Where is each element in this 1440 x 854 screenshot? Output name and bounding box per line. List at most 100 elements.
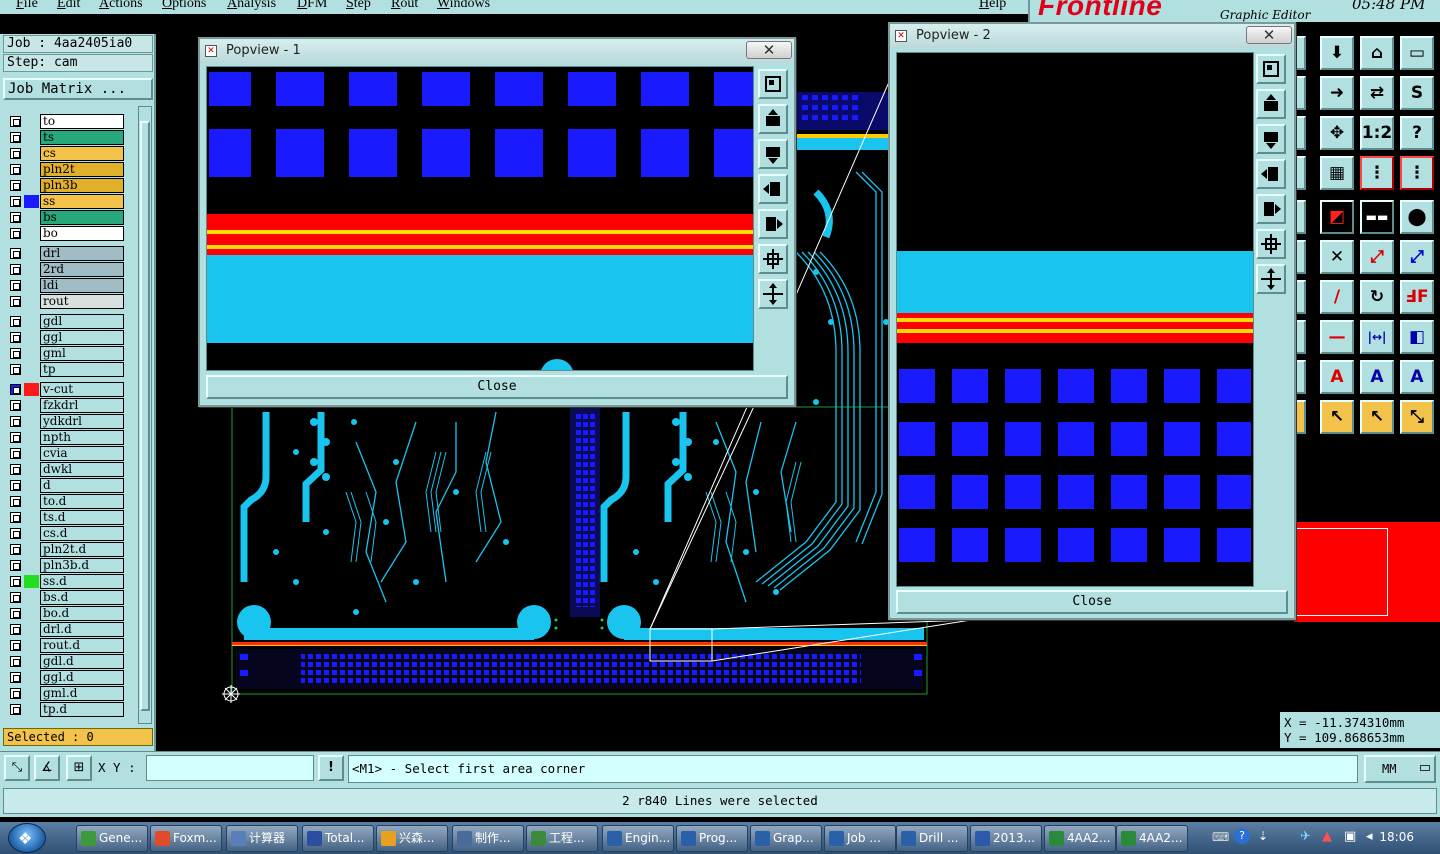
- layer-row[interactable]: bo: [4, 226, 126, 241]
- layer-checkbox[interactable]: [10, 528, 21, 539]
- menu-actions[interactable]: Actions: [99, 0, 143, 12]
- layer-row[interactable]: v-cut: [4, 382, 126, 397]
- layer-row[interactable]: cvia: [4, 446, 126, 461]
- layer-name[interactable]: ydkdrl: [40, 414, 124, 429]
- pv2-right-icon[interactable]: [1256, 194, 1286, 224]
- taskbar-item[interactable]: Engin...: [602, 825, 674, 852]
- layer-row[interactable]: ts: [4, 130, 126, 145]
- layer-row[interactable]: gml: [4, 346, 126, 361]
- layer-checkbox[interactable]: [10, 592, 21, 603]
- menu-step[interactable]: Step: [346, 0, 371, 12]
- menu-analysis[interactable]: Analysis: [227, 0, 276, 12]
- layer-checkbox[interactable]: [10, 448, 21, 459]
- layer-name[interactable]: gdl: [40, 314, 124, 329]
- pv1-left-icon[interactable]: [758, 174, 788, 204]
- layer-checkbox[interactable]: [10, 512, 21, 523]
- tool-a3-icon[interactable]: A: [1360, 360, 1394, 394]
- layer-row[interactable]: ss.d: [4, 574, 126, 589]
- layer-name[interactable]: cs.d: [40, 526, 124, 541]
- volume-icon[interactable]: ◂: [1366, 829, 1373, 844]
- snap-icon[interactable]: ⤡: [4, 755, 30, 781]
- menu-windows[interactable]: Windows: [437, 0, 490, 12]
- layer-name[interactable]: npth: [40, 430, 124, 445]
- layer-name[interactable]: cs: [40, 146, 124, 161]
- layer-checkbox[interactable]: [10, 560, 21, 571]
- layer-row[interactable]: bs: [4, 210, 126, 225]
- layer-name[interactable]: pln3b: [40, 178, 124, 193]
- layer-name[interactable]: gdl.d: [40, 654, 124, 669]
- tool-snap-icon[interactable]: S: [1400, 76, 1434, 110]
- taskbar-item[interactable]: 4AA2...: [1116, 825, 1188, 852]
- pv1-fit-icon[interactable]: [758, 244, 788, 274]
- units-select[interactable]: MM: [1364, 755, 1436, 783]
- tool-route-icon[interactable]: ⤡: [1400, 400, 1434, 434]
- layer-row[interactable]: bo.d: [4, 606, 126, 621]
- layer-name[interactable]: ldi: [40, 278, 124, 293]
- tool-move-icon[interactable]: ✥: [1320, 116, 1354, 150]
- tool-measure-icon[interactable]: ▬▬: [1360, 200, 1394, 234]
- tool-draw-line-icon[interactable]: /: [1320, 280, 1354, 314]
- pv2-down-icon[interactable]: [1256, 124, 1286, 154]
- layer-name[interactable]: ss: [40, 194, 124, 209]
- layer-checkbox[interactable]: [10, 296, 21, 307]
- layer-row[interactable]: rout: [4, 294, 126, 309]
- tool-window-icon[interactable]: ▭: [1400, 36, 1434, 70]
- taskbar-item[interactable]: 制作...: [452, 825, 524, 852]
- layer-name[interactable]: ts: [40, 130, 124, 145]
- layer-row[interactable]: ydkdrl: [4, 414, 126, 429]
- pv2-zoom-icon[interactable]: [1256, 54, 1286, 84]
- layer-row[interactable]: pln3b: [4, 178, 126, 193]
- tool-select-b-icon[interactable]: ↖: [1320, 400, 1354, 434]
- pv1-expand-icon[interactable]: [758, 279, 788, 309]
- tool-layers-a-icon[interactable]: ⋮: [1360, 156, 1394, 190]
- layer-name[interactable]: to.d: [40, 494, 124, 509]
- tool-text-icon[interactable]: ℲF: [1400, 280, 1434, 314]
- layer-row[interactable]: tp: [4, 362, 126, 377]
- layer-checkbox[interactable]: [10, 688, 21, 699]
- taskbar-item[interactable]: 计算器: [226, 825, 298, 852]
- layer-row[interactable]: pln2t: [4, 162, 126, 177]
- tool-connect-blue-icon[interactable]: ⤢: [1400, 240, 1434, 274]
- layer-checkbox[interactable]: [10, 248, 21, 259]
- tool-dimension-icon[interactable]: |↔|: [1360, 320, 1394, 354]
- pv2-expand-icon[interactable]: [1256, 264, 1286, 294]
- layer-name[interactable]: gml.d: [40, 686, 124, 701]
- tray-arrow-icon[interactable]: ⇣: [1258, 829, 1268, 843]
- layer-name[interactable]: drl.d: [40, 622, 124, 637]
- layer-name[interactable]: 2rd: [40, 262, 124, 277]
- layer-name[interactable]: ts.d: [40, 510, 124, 525]
- layer-checkbox[interactable]: [10, 180, 21, 191]
- popview-1-titlebar[interactable]: ✕ Popview - 1: [200, 39, 794, 63]
- tool-pad-icon[interactable]: ⬤: [1400, 200, 1434, 234]
- layer-checkbox[interactable]: [10, 544, 21, 555]
- layer-checkbox[interactable]: [10, 464, 21, 475]
- help-tray-icon[interactable]: ?: [1234, 828, 1250, 844]
- tool-scale-icon[interactable]: 1:2: [1360, 116, 1394, 150]
- tool-cross-icon[interactable]: ✕: [1320, 240, 1354, 274]
- layer-checkbox[interactable]: [10, 148, 21, 159]
- taskbar-item[interactable]: 2013...: [970, 825, 1042, 852]
- layer-checkbox[interactable]: [10, 432, 21, 443]
- pv1-zoom-icon[interactable]: [758, 69, 788, 99]
- taskbar-item[interactable]: Job ...: [824, 825, 896, 852]
- grid-snap-icon[interactable]: ⊞: [66, 755, 92, 781]
- layer-name[interactable]: cvia: [40, 446, 124, 461]
- layer-name[interactable]: gml: [40, 346, 124, 361]
- job-matrix-button[interactable]: Job Matrix ...: [3, 78, 153, 100]
- warning-tray-icon[interactable]: ▲: [1322, 829, 1332, 844]
- tool-line-color-icon[interactable]: ◩: [1320, 200, 1354, 234]
- layer-name[interactable]: v-cut: [40, 382, 124, 397]
- keyboard-icon[interactable]: ⌨: [1212, 830, 1229, 844]
- tool-help-icon[interactable]: ?: [1400, 116, 1434, 150]
- layer-checkbox[interactable]: [10, 384, 21, 395]
- layer-row[interactable]: gml.d: [4, 686, 126, 701]
- tool-grid-icon[interactable]: ▦: [1320, 156, 1354, 190]
- layer-name[interactable]: pln3b.d: [40, 558, 124, 573]
- start-button[interactable]: ❖: [8, 823, 46, 853]
- layer-name[interactable]: ggl.d: [40, 670, 124, 685]
- tool-open-icon[interactable]: ⬇: [1320, 36, 1354, 70]
- layer-checkbox[interactable]: [10, 264, 21, 275]
- layer-color-swatch[interactable]: [24, 195, 39, 208]
- popview-2-close-icon[interactable]: ✕: [1246, 26, 1292, 44]
- layer-checkbox[interactable]: [10, 316, 21, 327]
